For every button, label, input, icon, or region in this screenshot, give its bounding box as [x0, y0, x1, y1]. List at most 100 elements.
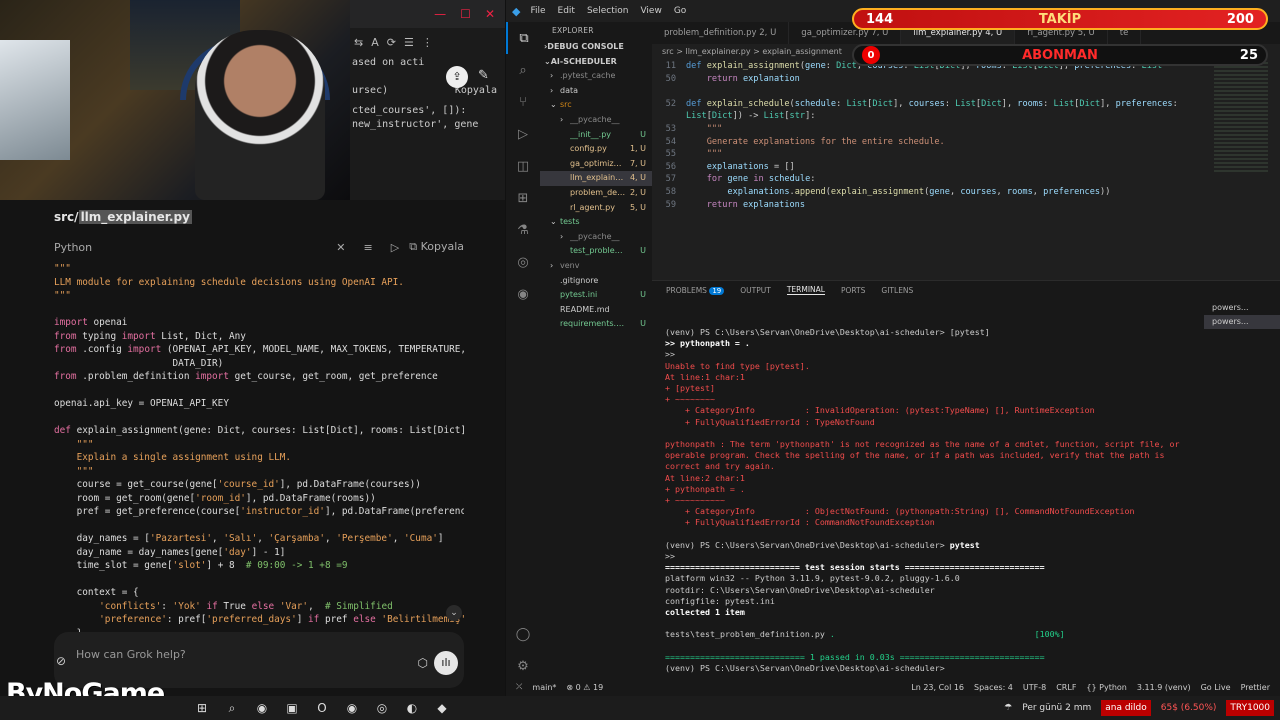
extensions-icon[interactable]: ⊞	[506, 182, 540, 214]
file-tree-item[interactable]: › venv	[540, 259, 652, 274]
project-root[interactable]: ⌄ AI-SCHEDULER	[540, 55, 652, 70]
file-tree-item[interactable]: pytest.ini U	[540, 288, 652, 303]
menu-selection[interactable]: Selection	[587, 6, 628, 16]
maximize-icon[interactable]: ☐	[460, 7, 471, 21]
minimap[interactable]	[1214, 62, 1268, 172]
testing-icon[interactable]: ⚗	[506, 214, 540, 246]
voice-icon[interactable]: ılı	[434, 651, 458, 675]
chrome-profile-icon[interactable]: ◉	[340, 696, 364, 720]
weather-text[interactable]: Per günü 2 mm	[1022, 703, 1091, 713]
tab-output[interactable]: OUTPUT	[740, 286, 771, 295]
file-badge: 4, U	[629, 173, 646, 183]
chevron-icon	[550, 288, 560, 303]
problems-status[interactable]: ⊗ 0 ⚠ 19	[566, 683, 603, 692]
file-tree-item[interactable]: test_problem_definition.py U	[540, 244, 652, 259]
tab-problems[interactable]: PROBLEMS 19	[666, 286, 725, 295]
menu-view[interactable]: View	[640, 6, 661, 16]
share-icon[interactable]: ⇪	[446, 66, 468, 88]
file-name: tests	[560, 217, 580, 227]
file-tree-item[interactable]: ga_optimizer.py7, U	[540, 157, 652, 172]
run-debug-icon[interactable]: ▷	[506, 118, 540, 150]
encoding-status[interactable]: UTF-8	[1023, 683, 1046, 692]
file-tree-item[interactable]: ⌄ tests	[540, 215, 652, 230]
translate-icon[interactable]: A	[371, 36, 379, 49]
snippet-line: ursec)	[352, 85, 389, 96]
eol-status[interactable]: CRLF	[1056, 683, 1076, 692]
search-taskbar-icon[interactable]: ⌕	[220, 696, 244, 720]
store-icon[interactable]: ▣	[280, 696, 304, 720]
chrome-icon[interactable]: ◉	[250, 696, 274, 720]
file-tree: › .pytest_cache › data ⌄ src › __pycache__ __ini…	[540, 69, 652, 332]
explorer-icon[interactable]: ⧉	[506, 22, 540, 54]
chevron-icon	[560, 186, 570, 201]
remote-status-icon[interactable]: ⤫	[516, 682, 522, 692]
menu-icon[interactable]: ⋮	[422, 36, 433, 49]
file-tree-item[interactable]: README.md	[540, 303, 652, 318]
tab-problem-definition[interactable]: problem_definition.py 2, U	[652, 22, 790, 44]
file-badge	[626, 230, 652, 245]
menu-go[interactable]: Go	[674, 6, 686, 16]
extension-icon[interactable]: ⇆	[354, 36, 363, 49]
file-tree-item[interactable]: requirements.txt U	[540, 317, 652, 332]
language-status[interactable]: {} Python	[1086, 683, 1126, 692]
model-icon[interactable]: ⬡	[418, 656, 428, 670]
search-icon[interactable]: ⌕	[506, 54, 540, 86]
attach-icon[interactable]: ⊘	[56, 654, 66, 668]
start-icon[interactable]: ⊞	[190, 696, 214, 720]
account-icon[interactable]: ◯	[506, 618, 540, 650]
file-tree-item[interactable]: rl_agent.py 5, U	[540, 201, 652, 216]
chevron-icon: ⌄	[550, 100, 557, 110]
go-live-button[interactable]: Go Live	[1201, 683, 1231, 692]
branch-status[interactable]: main*	[532, 683, 556, 692]
file-name: ga_optimizer.py	[570, 158, 626, 168]
gitlens-icon[interactable]: ◎	[506, 246, 540, 278]
code-block-header: Python ✕ ≡ ▷ ⧉ Kopyala	[54, 238, 464, 256]
opera-icon[interactable]: O	[310, 696, 334, 720]
file-tree-item[interactable]: .gitignore	[540, 274, 652, 289]
terminal-item[interactable]: powers...	[1204, 315, 1280, 329]
chevron-icon	[550, 317, 560, 332]
file-tree-item[interactable]: problem_definition.py2, U	[540, 186, 652, 201]
indentation-status[interactable]: Spaces: 4	[974, 683, 1013, 692]
steam-icon[interactable]: ◎	[370, 696, 394, 720]
edit-icon[interactable]: ✎	[478, 68, 489, 83]
file-badge: U	[640, 246, 646, 256]
minimize-icon[interactable]: —	[434, 7, 446, 21]
file-tree-item[interactable]: › __pycache__	[540, 230, 652, 245]
prettier-status[interactable]: Prettier	[1241, 683, 1270, 692]
ask-input[interactable]: How can Grok help?	[76, 648, 186, 661]
source-control-icon[interactable]: ⑂	[506, 86, 540, 118]
subscription-goal-bar: 0 ABONMAN 25	[852, 44, 1268, 66]
remote-icon[interactable]: ◫	[506, 150, 540, 182]
copy-button[interactable]: ⧉ Kopyala	[409, 240, 464, 254]
refresh-icon[interactable]: ⟳	[387, 36, 396, 49]
file-tree-item[interactable]: › .pytest_cache	[540, 69, 652, 84]
tab-gitlens[interactable]: GITLENS	[881, 286, 913, 295]
wrap-icon[interactable]: ≡	[364, 241, 373, 254]
file-tree-item[interactable]: config.py 1, U	[540, 142, 652, 157]
file-tree-item[interactable]: › data	[540, 84, 652, 99]
menu-edit[interactable]: Edit	[558, 6, 575, 16]
terminal-item[interactable]: powers...	[1204, 301, 1280, 315]
debug-console-section[interactable]: › DEBUG CONSOLE	[540, 40, 652, 55]
tab-ports[interactable]: PORTS	[841, 286, 865, 295]
file-tree-item[interactable]: ⌄ src	[540, 98, 652, 113]
file-tree-item[interactable]: __init__.py U	[540, 128, 652, 143]
run-icon[interactable]: ▷	[391, 241, 399, 254]
interpreter-status[interactable]: 3.11.9 (venv)	[1137, 683, 1191, 692]
file-tree-item[interactable]: llm_explainer.py4, U	[540, 171, 652, 186]
tab-terminal[interactable]: TERMINAL	[786, 285, 825, 295]
cursor-position[interactable]: Ln 23, Col 16	[911, 683, 964, 692]
code-editor[interactable]: 11 def explain_assignment(gene: Dict, cou…	[652, 60, 1262, 280]
menu-file[interactable]: File	[530, 6, 545, 16]
scroll-down-icon[interactable]: ⌄	[446, 605, 462, 621]
bookmark-icon[interactable]: ☰	[404, 36, 414, 49]
collapse-icon[interactable]: ✕	[336, 241, 345, 254]
close-icon[interactable]: ✕	[485, 7, 495, 21]
copilot-icon[interactable]: ◉	[506, 278, 540, 310]
weather-icon[interactable]: ☂	[1004, 703, 1012, 713]
file-tree-item[interactable]: › __pycache__	[540, 113, 652, 128]
vscode-taskbar-icon[interactable]: ◆	[430, 696, 454, 720]
terminal-output[interactable]: (venv) PS C:\Users\Servan\OneDrive\Deskt…	[665, 327, 1193, 677]
discord-icon[interactable]: ◐	[400, 696, 424, 720]
